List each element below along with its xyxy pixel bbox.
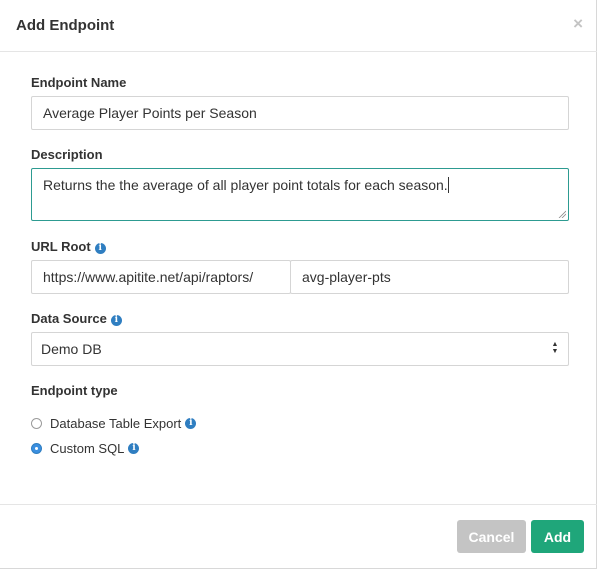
url-root-prefix-text: https://www.apitite.net/api/raptors/	[43, 269, 254, 285]
url-root-prefix: https://www.apitite.net/api/raptors/	[31, 260, 291, 294]
add-button[interactable]: Add	[531, 520, 584, 553]
url-root-label: URL Root i	[31, 239, 106, 254]
radio-button[interactable]	[31, 418, 42, 429]
url-slug-input[interactable]: avg-player-pts	[290, 260, 569, 294]
cancel-button[interactable]: Cancel	[457, 520, 526, 553]
modal-title: Add Endpoint	[16, 17, 115, 34]
footer-divider	[0, 504, 597, 505]
data-source-selected: Demo DB	[41, 341, 102, 357]
radio-button-checked[interactable]	[31, 443, 42, 454]
radio-label: Custom SQL	[50, 441, 125, 456]
resize-grip-icon[interactable]	[558, 210, 566, 218]
database-table-export-info-icon[interactable]: i	[185, 418, 197, 429]
modal-header: Add Endpoint ×	[0, 0, 597, 52]
endpoint-name-label: Endpoint Name	[31, 75, 127, 90]
url-slug-value: avg-player-pts	[302, 269, 391, 285]
add-endpoint-modal: Add Endpoint × Endpoint Name Average Pla…	[0, 0, 597, 569]
close-button[interactable]: ×	[573, 14, 583, 34]
description-textarea[interactable]: Returns the the average of all player po…	[31, 168, 569, 221]
data-source-label: Data Source i	[31, 311, 122, 326]
data-source-label-text: Data Source	[31, 311, 107, 326]
select-arrows-icon: ▲ ▼	[551, 341, 559, 355]
data-source-select[interactable]: Demo DB ▲ ▼	[31, 332, 569, 366]
description-value: Returns the the average of all player po…	[43, 177, 448, 193]
text-caret	[447, 177, 449, 193]
radio-label: Database Table Export	[50, 416, 182, 431]
url-root-info-icon[interactable]: i	[94, 243, 106, 254]
radio-option-database-table-export[interactable]: Database Table Export i	[31, 416, 197, 431]
endpoint-name-value: Average Player Points per Season	[43, 105, 257, 121]
url-root-label-text: URL Root	[31, 239, 91, 254]
custom-sql-info-icon[interactable]: i	[128, 443, 140, 454]
radio-option-custom-sql[interactable]: Custom SQL i	[31, 441, 140, 456]
description-label: Description	[31, 147, 103, 162]
endpoint-type-label: Endpoint type	[31, 383, 118, 398]
data-source-info-icon[interactable]: i	[110, 315, 122, 326]
endpoint-name-input[interactable]: Average Player Points per Season	[31, 96, 569, 130]
